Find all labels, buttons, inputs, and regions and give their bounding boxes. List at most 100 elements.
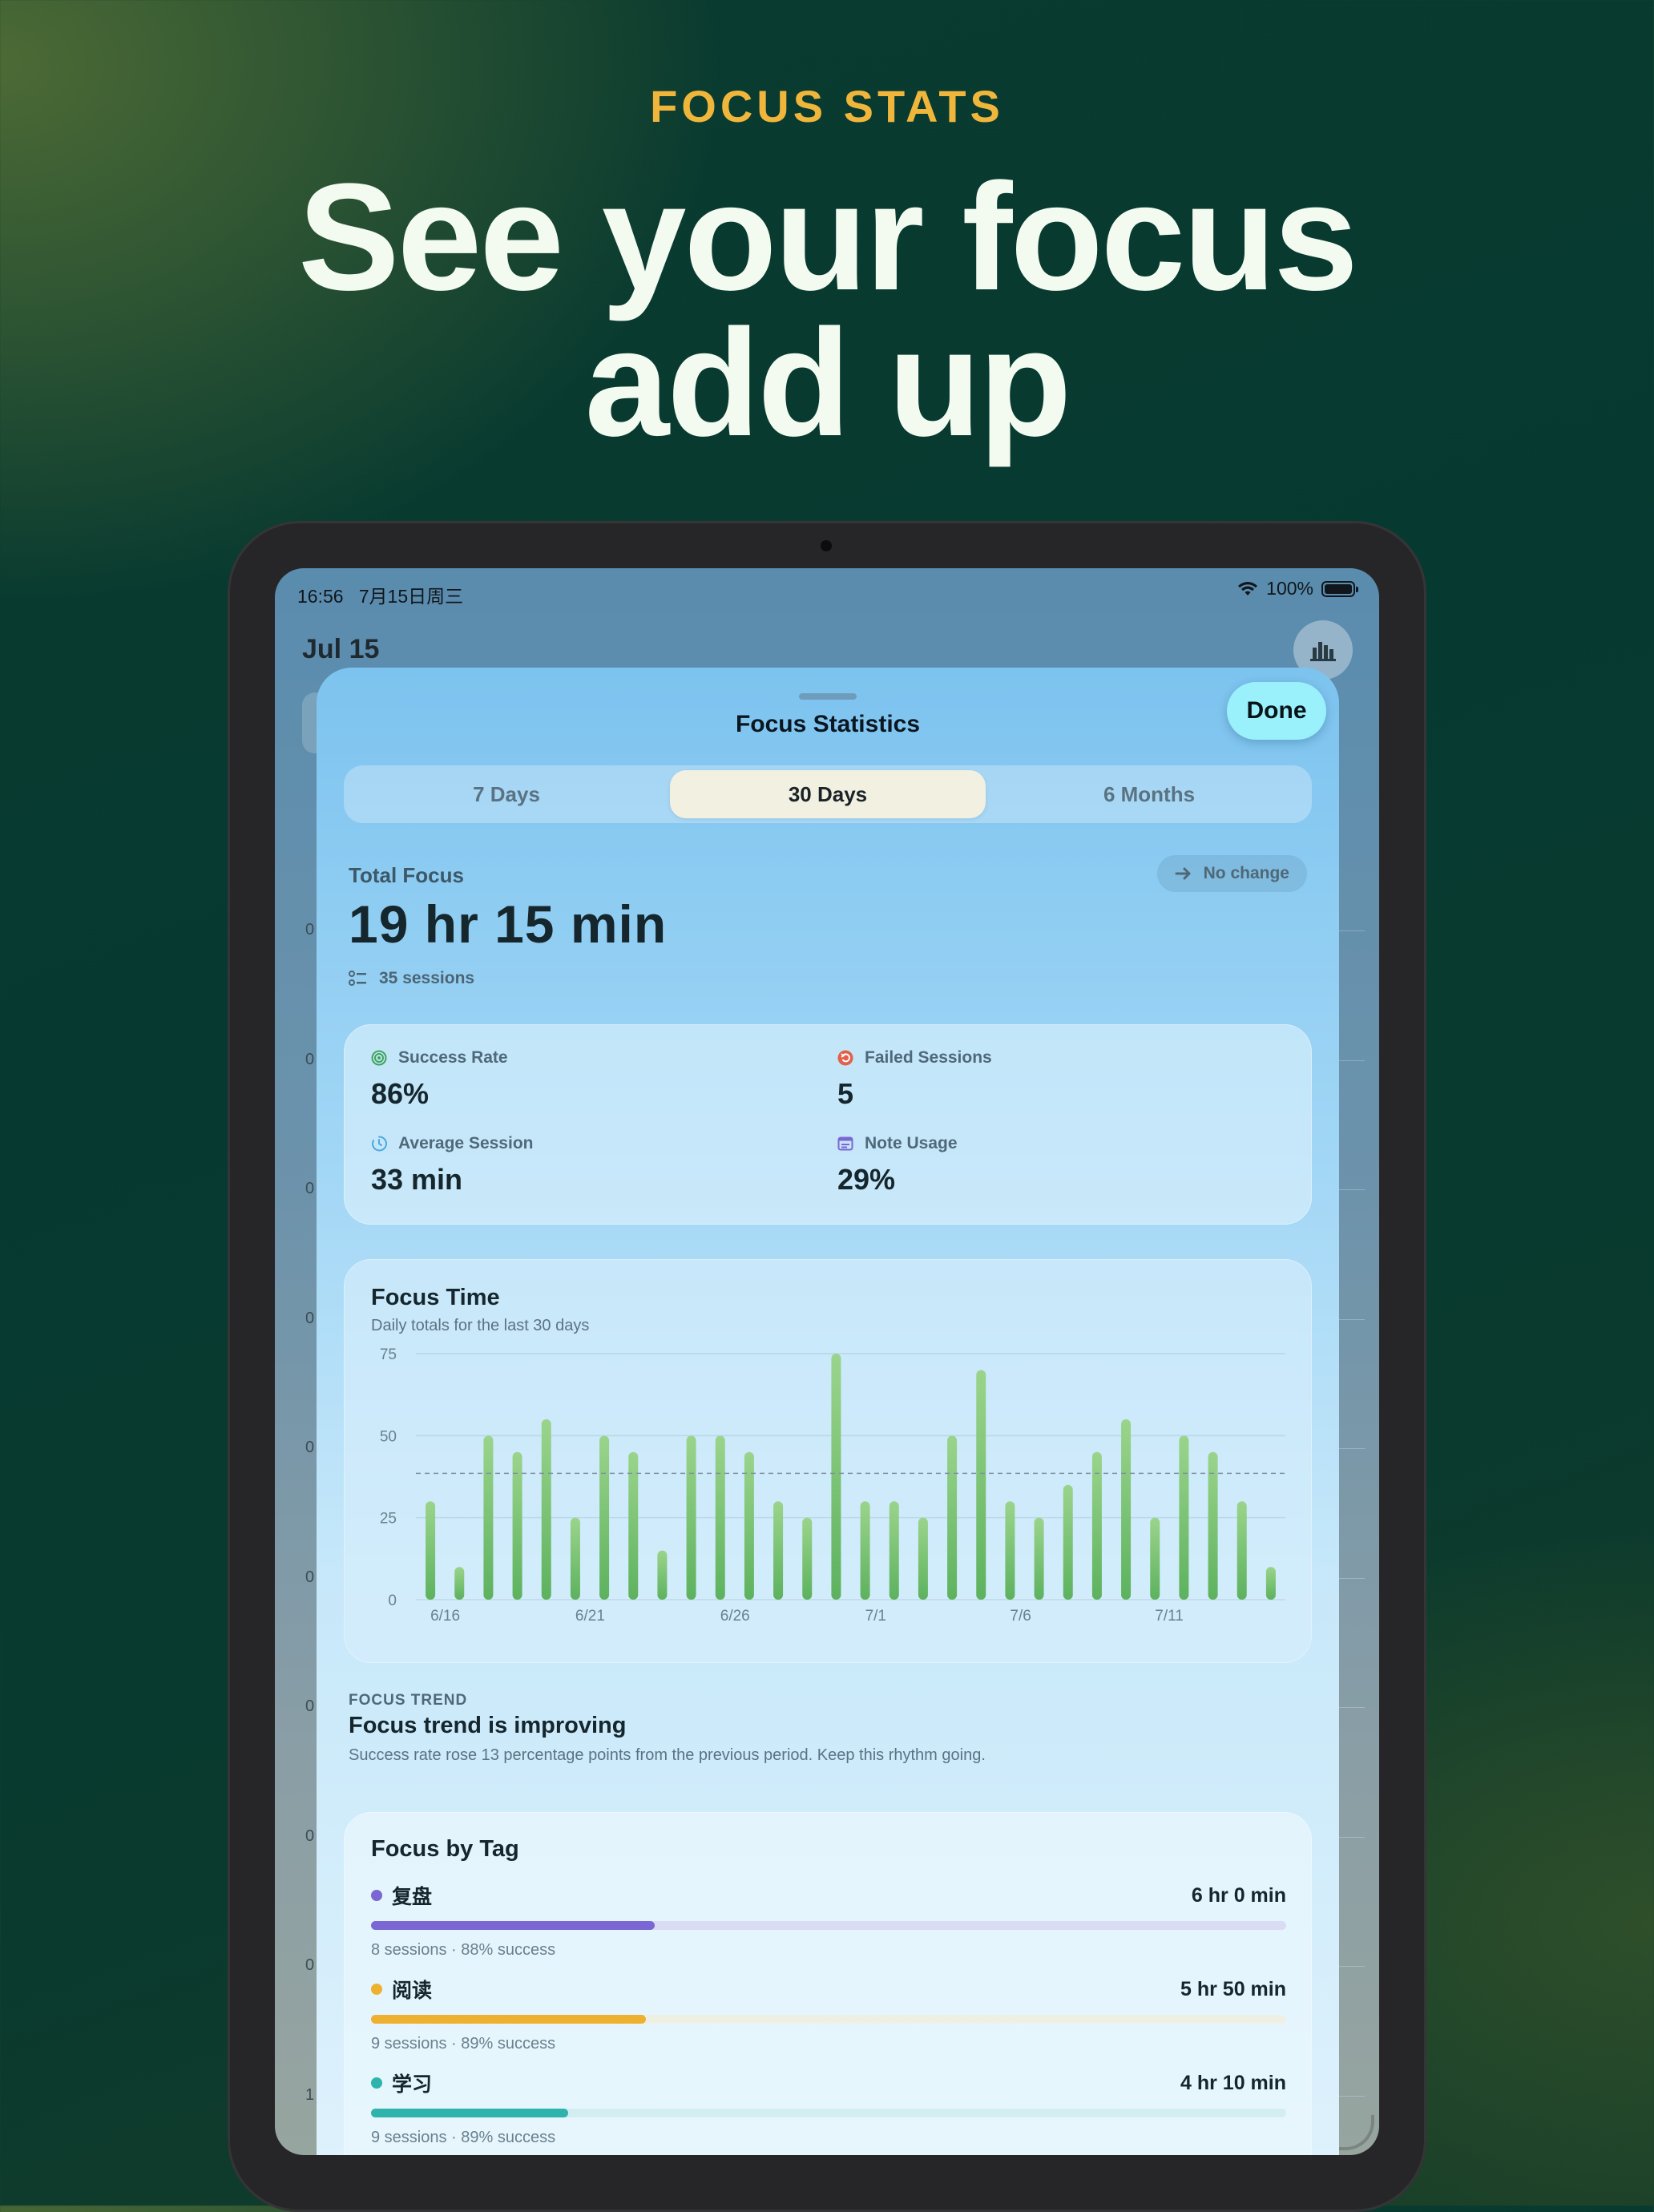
background-axis-label: 0 <box>305 921 315 938</box>
focus-bar[interactable] <box>947 1435 958 1600</box>
tag-color-dot <box>371 2077 382 2089</box>
focus-bar[interactable] <box>802 1517 813 1600</box>
tag-progress-track <box>371 1921 1286 1930</box>
status-date: 7月15日周三 <box>358 586 464 607</box>
focus-statistics-sheet: Focus Statistics Done 7 Days 30 Days 6 M… <box>317 668 1339 2155</box>
focus-bar[interactable] <box>1236 1501 1247 1600</box>
status-time-date: 16:56 7月15日周三 <box>297 581 463 608</box>
x-tick-label: 6/26 <box>720 1608 750 1625</box>
tag-progress-fill <box>371 2015 646 2024</box>
focus-bar[interactable] <box>454 1567 465 1600</box>
headline-line-1: See your focus <box>297 152 1358 322</box>
metric-label: Average Session <box>398 1134 534 1152</box>
timer-icon <box>372 1136 387 1152</box>
x-tick-label: 7/6 <box>1010 1608 1031 1625</box>
background-axis-label: 0 <box>305 1827 315 1845</box>
metric-value: 86% <box>371 1077 430 1110</box>
background-axis-label: 0 <box>305 1697 315 1715</box>
tag-progress-fill <box>371 2109 568 2117</box>
screen-corner-indicator <box>1339 2115 1374 2150</box>
tag-progress-track <box>371 2109 1286 2117</box>
focus-time-chart: 0 25 50 75 6/16 6/21 6/26 7/1 7/6 7/11 <box>380 1346 1285 1625</box>
focus-bar[interactable] <box>541 1419 551 1600</box>
focus-bar[interactable] <box>918 1517 928 1600</box>
tag-progress-fill <box>371 1921 656 1930</box>
focus-bar[interactable] <box>657 1550 668 1600</box>
focus-time-subtitle: Daily totals for the last 30 days <box>371 1317 590 1334</box>
tag-duration: 5 hr 50 min <box>1180 1977 1286 2000</box>
focus-bar[interactable] <box>1265 1567 1276 1600</box>
period-segmented-control: 7 Days 30 Days 6 Months <box>344 765 1312 823</box>
tag-color-dot <box>371 1984 382 1995</box>
focus-bar[interactable] <box>860 1501 870 1600</box>
background-axis-label: 0 <box>305 1309 315 1327</box>
status-right: 100% <box>1237 578 1358 599</box>
background-axis-label: 1 <box>305 2085 315 2104</box>
tag-row[interactable]: 阅读 5 hr 50 min 9 sessions · 89% success <box>371 1975 1286 2053</box>
battery-percent: 100% <box>1266 578 1313 599</box>
device-screen: 16:56 7月15日周三 100% Jul 15 0 0 0 0 0 0 0 … <box>275 568 1379 2155</box>
focus-bar[interactable] <box>889 1501 899 1600</box>
metric-label: Note Usage <box>865 1134 958 1152</box>
x-tick-label: 6/21 <box>575 1608 605 1625</box>
focus-bar[interactable] <box>483 1435 494 1600</box>
tag-row[interactable]: 学习 4 hr 10 min 9 sessions · 89% success <box>371 2069 1286 2147</box>
trend-subtitle: Success rate rose 13 percentage points f… <box>349 1746 986 1764</box>
y-tick-label: 0 <box>388 1592 397 1609</box>
battery-icon <box>1321 580 1358 597</box>
sheet-grabber[interactable] <box>799 693 857 700</box>
segment-30-days[interactable]: 30 Days <box>670 770 986 818</box>
sessions-count: 35 sessions <box>379 969 475 987</box>
focus-bar[interactable] <box>599 1435 610 1600</box>
focus-bar[interactable] <box>1121 1419 1132 1600</box>
metric-success-rate: Success Rate 86% <box>371 1048 508 1111</box>
focus-bar[interactable] <box>1208 1451 1218 1600</box>
focus-bar[interactable] <box>686 1435 696 1600</box>
trend-eyebrow: FOCUS TREND <box>349 1692 468 1709</box>
metric-value: 33 min <box>371 1163 463 1196</box>
tag-duration: 4 hr 10 min <box>1180 2071 1286 2094</box>
arrow-right-icon <box>1175 867 1191 880</box>
status-time: 16:56 <box>297 586 344 607</box>
background-date-title: Jul 15 <box>302 634 380 664</box>
front-camera <box>821 540 832 551</box>
focus-bar[interactable] <box>744 1451 754 1600</box>
focus-bar[interactable] <box>773 1501 784 1600</box>
focus-bar[interactable] <box>1179 1435 1189 1600</box>
focus-bar[interactable] <box>1150 1517 1160 1600</box>
focus-bar[interactable] <box>1034 1517 1044 1600</box>
metric-label: Success Rate <box>398 1048 508 1067</box>
segment-6-months[interactable]: 6 Months <box>991 770 1307 818</box>
metrics-card: Success Rate 86% Failed Sessions 5 Avera… <box>344 1024 1312 1225</box>
metric-label: Failed Sessions <box>865 1048 992 1067</box>
x-tick-label: 7/1 <box>865 1608 886 1625</box>
tag-duration: 6 hr 0 min <box>1191 1883 1286 1907</box>
metric-average-session: Average Session 33 min <box>371 1134 533 1197</box>
focus-bar[interactable] <box>628 1451 639 1600</box>
metric-failed-sessions: Failed Sessions 5 <box>837 1048 992 1111</box>
y-tick-label: 75 <box>380 1346 397 1363</box>
tag-name: 阅读 <box>392 1980 433 2002</box>
focus-bar[interactable] <box>831 1354 841 1600</box>
done-button[interactable]: Done <box>1227 682 1326 740</box>
total-focus-value: 19 hr 15 min <box>349 894 668 954</box>
focus-bar[interactable] <box>512 1451 522 1600</box>
focus-bar[interactable] <box>715 1435 725 1600</box>
focus-bar[interactable] <box>1063 1484 1073 1600</box>
x-tick-label: 7/11 <box>1155 1608 1184 1625</box>
focus-bar[interactable] <box>570 1517 580 1600</box>
ipad-device-frame: 16:56 7月15日周三 100% Jul 15 0 0 0 0 0 0 0 … <box>228 521 1426 2212</box>
focus-bar[interactable] <box>1005 1501 1015 1600</box>
focus-bar[interactable] <box>426 1501 436 1600</box>
list-icon <box>349 971 366 986</box>
tag-meta: 8 sessions · 88% success <box>371 1941 556 1959</box>
tag-name: 学习 <box>392 2073 433 2096</box>
trend-title: Focus trend is improving <box>349 1713 627 1738</box>
focus-bar[interactable] <box>1091 1451 1102 1600</box>
tag-row[interactable]: 复盘 6 hr 0 min 8 sessions · 88% success <box>371 1881 1286 1960</box>
total-focus-label: Total Focus <box>349 863 464 887</box>
headline-line-2: add up <box>584 298 1072 468</box>
undo-icon <box>837 1050 853 1066</box>
focus-bar[interactable] <box>976 1370 986 1600</box>
segment-7-days[interactable]: 7 Days <box>349 770 664 818</box>
